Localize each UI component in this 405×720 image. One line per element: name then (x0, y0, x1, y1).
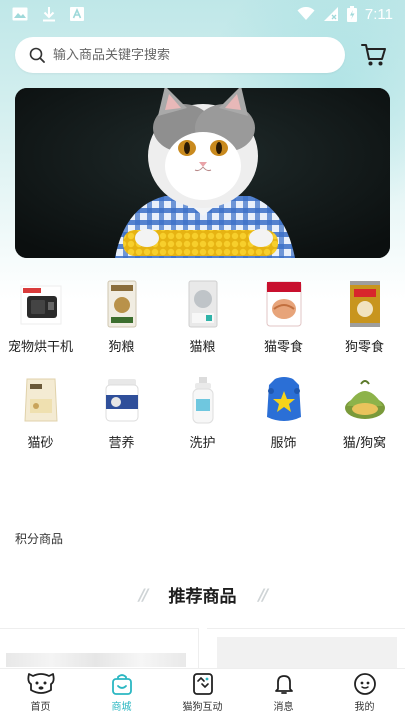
tab-mall[interactable]: 商城 (81, 669, 162, 720)
search-input[interactable] (53, 47, 331, 63)
category-label: 猫粮 (189, 340, 216, 355)
tab-label: 消息 (273, 702, 294, 713)
category-dog-snack[interactable]: 狗零食 (324, 278, 405, 374)
tab-label: 首页 (30, 702, 51, 713)
nutrition-jar-icon (99, 374, 145, 426)
category-row: 猫砂 营养 洗护 服饰 猫/狗窝 (0, 374, 405, 470)
category-label: 猫砂 (27, 436, 54, 451)
category-cat-litter[interactable]: 猫砂 (0, 374, 81, 470)
decorative-slashes-right: // (258, 585, 269, 604)
category-row: 宠物烘干机 狗粮 猫粮 猫零食 狗零食 (0, 278, 405, 374)
search-row (15, 37, 390, 73)
points-goods-section-title[interactable]: 积分商品 (15, 530, 63, 547)
product-card[interactable] (0, 628, 199, 670)
category-nutrition[interactable]: 营养 (81, 374, 162, 470)
banner-cat-image (15, 88, 390, 258)
category-label: 猫/狗窝 (342, 436, 387, 451)
category-label: 宠物烘干机 (7, 340, 73, 355)
tab-home[interactable]: 首页 (0, 669, 81, 720)
product-image-placeholder (217, 637, 397, 670)
tab-label: 猫狗互动 (182, 702, 223, 713)
category-cat-snack[interactable]: 猫零食 (243, 278, 324, 374)
category-label: 狗零食 (344, 340, 384, 355)
cat-snack-pack-icon (261, 278, 307, 330)
image-notification-icon (12, 7, 28, 21)
search-icon (29, 47, 45, 63)
recommend-header: // 推荐商品 // (0, 582, 405, 607)
product-image-placeholder (6, 653, 186, 667)
bell-icon (274, 675, 293, 694)
status-time: 7:11 (364, 5, 393, 23)
pet-dryer-icon (18, 278, 64, 330)
dog-face-icon (26, 673, 55, 694)
tab-label: 我的 (354, 702, 375, 713)
battery-charging-icon (346, 6, 357, 22)
cat-food-bag-icon (180, 278, 226, 330)
decorative-slashes-left: // (138, 585, 149, 604)
status-bar: 7:11 (0, 0, 405, 28)
cellular-signal-icon (323, 7, 338, 21)
recommend-product-list (0, 628, 405, 670)
dog-food-bag-icon (99, 278, 145, 330)
category-pet-dryer[interactable]: 宠物烘干机 (0, 278, 81, 374)
bottom-tab-bar: 首页 商城 猫狗互动 消息 我的 (0, 668, 405, 720)
category-grid: 宠物烘干机 狗粮 猫粮 猫零食 狗零食 猫砂 营养 洗护 服饰 猫/狗窝 (0, 278, 405, 470)
category-label: 服饰 (270, 436, 297, 451)
category-label: 狗粮 (108, 340, 135, 355)
category-label: 营养 (108, 436, 135, 451)
category-pet-bed[interactable]: 猫/狗窝 (324, 374, 405, 470)
category-label: 猫零食 (263, 340, 303, 355)
pet-bed-icon (342, 374, 388, 426)
category-apparel[interactable]: 服饰 (243, 374, 324, 470)
promo-banner[interactable] (15, 88, 390, 258)
cart-button[interactable] (359, 40, 389, 70)
category-dog-food[interactable]: 狗粮 (81, 278, 162, 374)
shopping-cart-icon (361, 44, 386, 66)
category-cat-food[interactable]: 猫粮 (162, 278, 243, 374)
text-notification-icon (70, 7, 84, 21)
download-icon (43, 7, 55, 22)
pet-clothing-icon (261, 374, 307, 426)
tab-interaction[interactable]: 猫狗互动 (162, 669, 243, 720)
category-grooming[interactable]: 洗护 (162, 374, 243, 470)
shopping-bag-icon (111, 674, 132, 695)
category-label: 洗护 (189, 436, 216, 451)
interact-icon (192, 673, 213, 695)
dog-snack-can-icon (342, 278, 388, 330)
tab-label: 商城 (111, 702, 132, 713)
wifi-icon (297, 7, 315, 20)
tab-messages[interactable]: 消息 (243, 669, 324, 720)
profile-face-icon (353, 673, 376, 695)
tab-profile[interactable]: 我的 (324, 669, 405, 720)
cat-litter-bag-icon (18, 374, 64, 426)
recommend-title: 推荐商品 (168, 587, 237, 607)
search-bar[interactable] (15, 37, 345, 73)
product-card[interactable] (207, 628, 405, 670)
shampoo-bottle-icon (180, 374, 226, 426)
